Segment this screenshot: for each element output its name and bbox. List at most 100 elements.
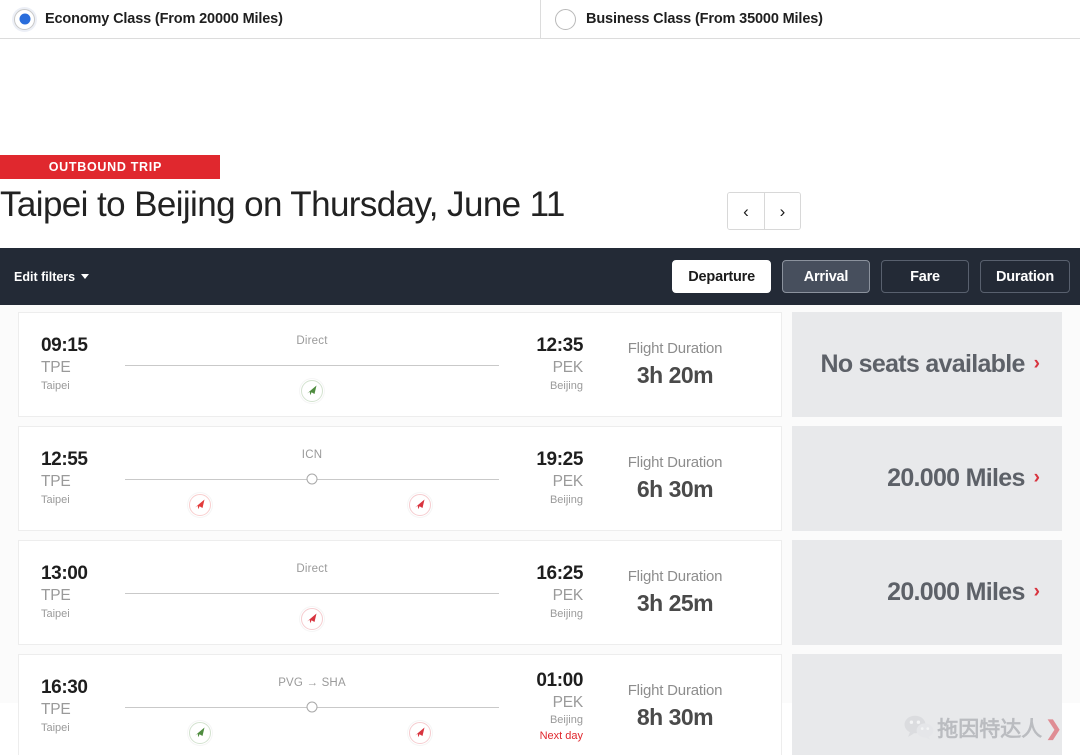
sort-button-departure[interactable]: Departure (672, 260, 771, 293)
price-label: 20.000 Miles (887, 578, 1025, 606)
departure-city: Taipei (41, 608, 70, 621)
flight-duration-label: Flight Duration (627, 339, 723, 357)
airline-logo-icon (408, 493, 433, 517)
chevron-right-icon: › (1033, 353, 1040, 374)
sort-toolbar: Edit filters Departure Arrival Fare Dura… (0, 248, 1080, 305)
stopover-dot-icon (306, 701, 318, 713)
airline-logo-icon (300, 379, 324, 403)
flight-card[interactable]: 13:00 TPE Taipei Direct 16:25 PEK Beijin… (18, 540, 782, 645)
sort-button-arrival[interactable]: Arrival (781, 260, 870, 293)
arrival-city: Beijing (549, 714, 583, 727)
day-navigation: ‹ › (727, 192, 801, 230)
stops-label: Direct (296, 563, 328, 575)
chevron-down-icon (81, 274, 90, 279)
cabin-class-selector: Economy Class (From 20000 Miles) Busines… (0, 0, 1080, 39)
flight-duration-value: 6h 30m (636, 476, 714, 503)
stops-label: PVG → SHA (278, 677, 346, 689)
arrival-time: 16:25 (536, 563, 583, 585)
route-graphic: ICN (119, 427, 505, 530)
route-graphic: Direct (119, 541, 505, 644)
arrival-city: Beijing (549, 494, 583, 507)
departure-city: Taipei (41, 380, 70, 393)
flight-row[interactable]: 09:15 TPE Taipei Direct 12:35 PEK Beijin… (18, 312, 1062, 417)
cabin-option-economy-label: Economy Class (From 20000 Miles) (45, 11, 283, 27)
flight-row[interactable]: 12:55 TPE Taipei ICN 19:25 PEK Beijing F… (18, 426, 1062, 531)
radio-economy-icon[interactable] (14, 8, 35, 30)
stopover-dot-icon (306, 473, 318, 485)
trip-header: OUTBOUND TRIP Taipei to Beijing on Thurs… (0, 39, 1080, 248)
departure-endpoint: 12:55 TPE Taipei (41, 448, 119, 508)
flight-row[interactable]: 13:00 TPE Taipei Direct 16:25 PEK Beijin… (18, 540, 1062, 645)
stops-label: ICN (301, 449, 323, 461)
chevron-right-icon: › (1033, 581, 1040, 602)
route-graphic: Direct (119, 313, 505, 416)
price-label: 20.000 Miles (887, 464, 1025, 492)
cabin-option-economy[interactable]: Economy Class (From 20000 Miles) (0, 0, 540, 38)
flight-card[interactable]: 09:15 TPE Taipei Direct 12:35 PEK Beijin… (18, 312, 782, 417)
radio-business-icon[interactable] (555, 8, 576, 30)
flight-duration-label: Flight Duration (627, 681, 723, 699)
flight-results-list: 09:15 TPE Taipei Direct 12:35 PEK Beijin… (0, 305, 1080, 755)
arrival-airport-code: PEK (552, 693, 584, 711)
route-line (125, 365, 499, 366)
departure-city: Taipei (41, 722, 70, 735)
cabin-option-business-label: Business Class (From 35000 Miles) (586, 11, 823, 27)
departure-time: 13:00 (41, 563, 88, 585)
airline-logo-icon (408, 721, 433, 745)
departure-airport-code: TPE (41, 473, 71, 491)
flight-row[interactable]: 16:30 TPE Taipei PVG → SHA 01:00 PEK Bei… (18, 654, 1062, 755)
price-panel[interactable]: 20.000 Miles › (792, 540, 1062, 645)
departure-time: 16:30 (41, 677, 88, 699)
departure-city: Taipei (41, 494, 70, 507)
departure-endpoint: 13:00 TPE Taipei (41, 562, 119, 622)
price-panel[interactable]: No seats available › (792, 312, 1062, 417)
arrival-airport-code: PEK (552, 359, 584, 377)
flight-duration-label: Flight Duration (627, 567, 723, 585)
arrival-airport-code: PEK (552, 473, 584, 491)
flight-duration: Flight Duration 3h 25m (583, 566, 773, 620)
departure-time: 12:55 (41, 449, 88, 471)
arrival-city: Beijing (549, 380, 583, 393)
price-label: No seats available (820, 350, 1025, 378)
next-day-button[interactable]: › (764, 193, 800, 229)
chevron-right-icon: › (1033, 467, 1040, 488)
flight-duration-value: 3h 25m (636, 590, 714, 617)
arrival-endpoint: 01:00 PEK Beijing Next day (505, 669, 583, 744)
departure-airport-code: TPE (41, 587, 71, 605)
stops-label: Direct (296, 335, 328, 347)
edit-filters-label: Edit filters (14, 269, 76, 284)
price-panel[interactable] (792, 654, 1062, 755)
flight-duration: Flight Duration 3h 20m (583, 338, 773, 392)
arrival-endpoint: 12:35 PEK Beijing (505, 334, 583, 394)
sort-button-fare[interactable]: Fare (880, 260, 969, 293)
arrival-time: 01:00 (536, 669, 583, 691)
flight-card[interactable]: 12:55 TPE Taipei ICN 19:25 PEK Beijing F… (18, 426, 782, 531)
airline-logo-icon (300, 607, 324, 631)
flight-duration: Flight Duration 6h 30m (583, 452, 773, 506)
arrival-city: Beijing (549, 608, 583, 621)
flight-duration-value: 3h 20m (636, 362, 714, 389)
route-line (125, 593, 499, 594)
arrival-time: 12:35 (536, 335, 583, 357)
arrival-endpoint: 16:25 PEK Beijing (505, 562, 583, 622)
flight-duration-value: 8h 30m (636, 704, 714, 731)
airline-logo-icon (188, 493, 213, 517)
flight-card[interactable]: 16:30 TPE Taipei PVG → SHA 01:00 PEK Bei… (18, 654, 782, 755)
route-graphic: PVG → SHA (119, 655, 505, 755)
cabin-option-business[interactable]: Business Class (From 35000 Miles) (540, 0, 1080, 38)
airline-logo-icon (188, 721, 213, 745)
edit-filters-dropdown[interactable]: Edit filters (14, 269, 90, 284)
price-panel[interactable]: 20.000 Miles › (792, 426, 1062, 531)
departure-endpoint: 09:15 TPE Taipei (41, 334, 119, 394)
departure-airport-code: TPE (41, 701, 71, 719)
flight-duration: Flight Duration 8h 30m (583, 680, 773, 734)
outbound-trip-badge: OUTBOUND TRIP (0, 155, 220, 179)
previous-day-button[interactable]: ‹ (728, 193, 764, 229)
next-day-label: Next day (539, 729, 583, 742)
arrival-time: 19:25 (536, 449, 583, 471)
page-title: Taipei to Beijing on Thursday, June 11 (0, 185, 565, 224)
departure-endpoint: 16:30 TPE Taipei (41, 676, 119, 736)
sort-button-duration[interactable]: Duration (979, 260, 1070, 293)
arrival-airport-code: PEK (552, 587, 584, 605)
arrival-endpoint: 19:25 PEK Beijing (505, 448, 583, 508)
